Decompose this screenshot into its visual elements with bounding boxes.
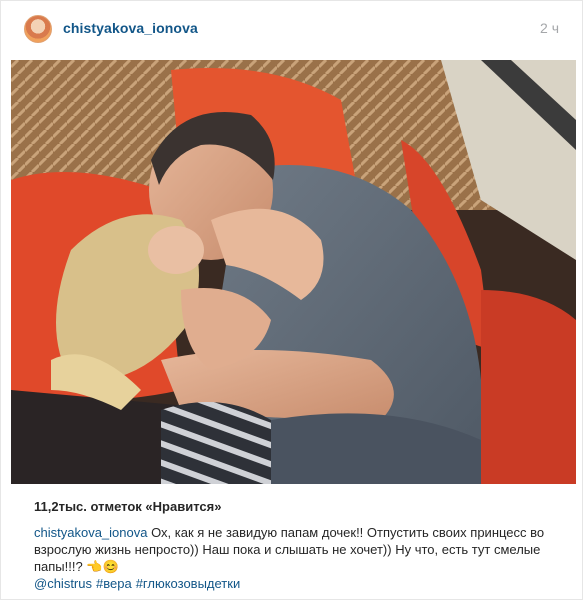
post-header: chistyakova_ionova 2 ч [1, 1, 582, 56]
post-timestamp[interactable]: 2 ч [540, 20, 559, 36]
caption-username[interactable]: chistyakova_ionova [34, 525, 147, 540]
caption-tags: @chistrus #вера #глюкозовыдетки [34, 575, 564, 592]
post-caption-area: 11,2тыс. отметок «Нравится» chistyakova_… [34, 497, 564, 592]
instagram-post: chistyakova_ionova 2 ч 11,2тыс. отметок … [0, 0, 583, 600]
post-username[interactable]: chistyakova_ionova [63, 20, 198, 36]
tag-link[interactable]: #глюкозовыдетки [136, 576, 241, 591]
avatar[interactable] [24, 15, 52, 43]
post-caption: chistyakova_ionova Ох, как я не завидую … [34, 524, 564, 575]
tag-link[interactable]: #вера [96, 576, 132, 591]
post-photo[interactable] [11, 60, 576, 484]
tag-link[interactable]: @chistrus [34, 576, 92, 591]
photo-illustration [11, 60, 576, 484]
likes-count[interactable]: 11,2тыс. отметок «Нравится» [34, 497, 564, 517]
